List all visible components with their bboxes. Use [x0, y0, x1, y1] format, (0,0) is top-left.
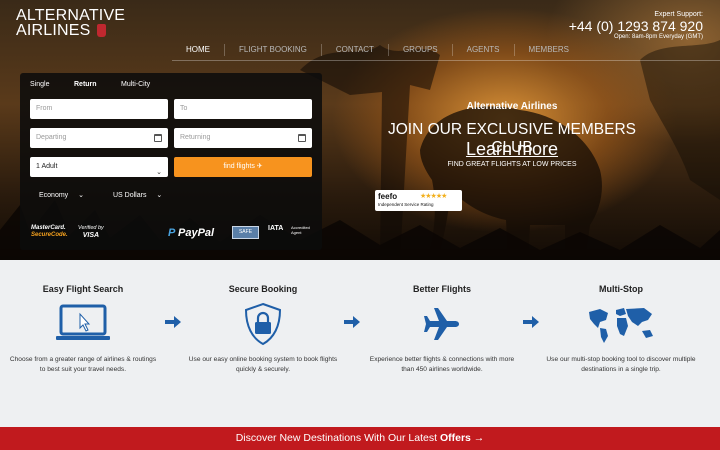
airplane-icon: [424, 308, 459, 340]
passengers-value: 1 Adult: [36, 163, 58, 170]
promo-brand: Alternative Airlines: [466, 101, 558, 112]
world-map-icon: [589, 308, 653, 343]
paypal-text: PayPal: [178, 227, 215, 239]
feature-title: Secure Booking: [228, 284, 298, 294]
trip-type-return[interactable]: Return: [74, 81, 97, 88]
feature-description: Choose from a greater range of airlines …: [9, 356, 157, 373]
feefo-rating-badge[interactable]: feefo ★★★★★ Independent Service Rating: [375, 190, 462, 211]
promo-subtext: FIND GREAT FLIGHTS AT LOW PRICES: [447, 161, 577, 168]
arrow-right-icon: [344, 316, 360, 328]
feature-description: Use our easy online booking system to bo…: [188, 356, 338, 373]
expert-support: Expert Support: +44 (0) 1293 874 920 Ope…: [569, 11, 703, 40]
chevron-down-icon: ⌄: [156, 192, 163, 199]
feature-description: Experience better flights & connections …: [369, 356, 515, 373]
nav-flight-booking[interactable]: FLIGHT BOOKING: [224, 44, 321, 56]
arrow-right-icon: →: [473, 432, 485, 444]
mastercard-securecode-logo: MasterCard. SecureCode.: [31, 225, 68, 239]
feature-title: Multi-Stop: [599, 284, 643, 294]
mastercard-line2: SecureCode.: [31, 232, 68, 238]
visa-line2: VISA: [82, 232, 100, 239]
arrow-right-icon: [523, 316, 539, 328]
to-input[interactable]: To: [174, 99, 312, 119]
offers-banner[interactable]: Discover New Destinations With Our Lates…: [0, 427, 720, 450]
trip-type-multi-city[interactable]: Multi-City: [121, 81, 150, 88]
feature-title: Easy Flight Search: [42, 284, 124, 294]
main-nav: HOME FLIGHT BOOKING CONTACT GROUPS AGENT…: [172, 44, 583, 56]
iata-subtext: Accredited Agent: [291, 225, 310, 235]
currency-select[interactable]: US Dollars ⌄: [113, 191, 162, 199]
banner-offers: Offers: [439, 432, 471, 444]
mastercard-line1: MasterCard.: [31, 225, 66, 231]
from-input[interactable]: From: [30, 99, 168, 119]
safe-badge-text: SAFE: [238, 229, 253, 235]
safe-security-badge: SAFE: [232, 226, 259, 239]
nav-contact[interactable]: CONTACT: [320, 44, 388, 56]
departing-date-input[interactable]: Departing: [30, 128, 168, 148]
star-rating-icon: ★★★★★: [420, 193, 447, 200]
laptop-icon: [56, 304, 110, 340]
features-section: Easy Flight Search Choose from a greater…: [0, 260, 720, 427]
nav-members[interactable]: MEMBERS: [513, 44, 583, 56]
feature-better-flights: Better Flights Experience better flights…: [367, 284, 517, 375]
feature-multi-stop: Multi-Stop Use our multi-stop booking to…: [546, 284, 696, 375]
chevron-down-icon: ⌄: [156, 169, 162, 176]
trip-type-single[interactable]: Single: [30, 81, 49, 88]
feature-secure-booking: Secure Booking Use our easy online booki…: [188, 284, 338, 375]
nav-groups[interactable]: GROUPS: [387, 44, 452, 56]
site-logo[interactable]: ALTERNATIVE AIRLINES: [16, 7, 126, 39]
find-flights-label: find flights: [223, 163, 255, 170]
feature-description: Use our multi-stop booking tool to disco…: [546, 356, 696, 373]
departing-placeholder: Departing: [36, 134, 67, 141]
returning-placeholder: Returning: [180, 134, 211, 141]
nav-home[interactable]: HOME: [172, 44, 224, 56]
chevron-down-icon: ⌄: [78, 192, 85, 199]
arrow-right-icon: [165, 316, 181, 328]
returning-date-input[interactable]: Returning: [174, 128, 312, 148]
feature-easy-flight-search: Easy Flight Search Choose from a greater…: [8, 284, 158, 375]
feefo-caption: Independent Service Rating: [378, 202, 434, 207]
paypal-icon: P: [168, 227, 175, 239]
currency-value: US Dollars: [113, 192, 147, 199]
cabin-select[interactable]: Economy ⌄: [39, 191, 84, 199]
verified-by-visa-logo: Verified by VISA: [78, 225, 104, 239]
find-flights-button[interactable]: find flights ✈: [174, 157, 312, 177]
hero-section: ALTERNATIVE AIRLINES Expert Support: +44…: [0, 0, 720, 260]
feature-title: Better Flights: [412, 284, 471, 294]
support-label: Expert Support:: [654, 11, 703, 18]
visa-line1: Verified by: [78, 225, 104, 231]
shield-lock-icon: [244, 302, 282, 346]
logo-line2: AIRLINES: [16, 22, 91, 39]
iata-logo: IATA Accredited Agent: [268, 225, 310, 235]
cabin-value: Economy: [39, 192, 69, 199]
airplane-small-icon: ✈: [256, 163, 263, 170]
nav-divider: [172, 60, 720, 61]
support-phone[interactable]: +44 (0) 1293 874 920: [569, 18, 703, 34]
nav-agents[interactable]: AGENTS: [451, 44, 514, 56]
banner-text: Discover New Destinations With Our Lates…: [235, 432, 440, 444]
calendar-icon: [154, 134, 162, 142]
support-hours: Open: 8am-8pm Everyday (GMT): [613, 34, 703, 40]
passengers-select[interactable]: 1 Adult ⌄: [30, 157, 168, 177]
paypal-logo: P PayPal: [168, 227, 214, 239]
luggage-tag-icon: [96, 24, 106, 37]
iata-text: IATA: [268, 225, 284, 232]
learn-more-link[interactable]: Learn more: [370, 139, 654, 160]
calendar-icon: [298, 134, 306, 142]
logo-line1: ALTERNATIVE: [16, 7, 126, 24]
feefo-logo: feefo: [378, 192, 398, 201]
flight-search-panel: Single Return Multi-City From To Departi…: [20, 73, 322, 250]
